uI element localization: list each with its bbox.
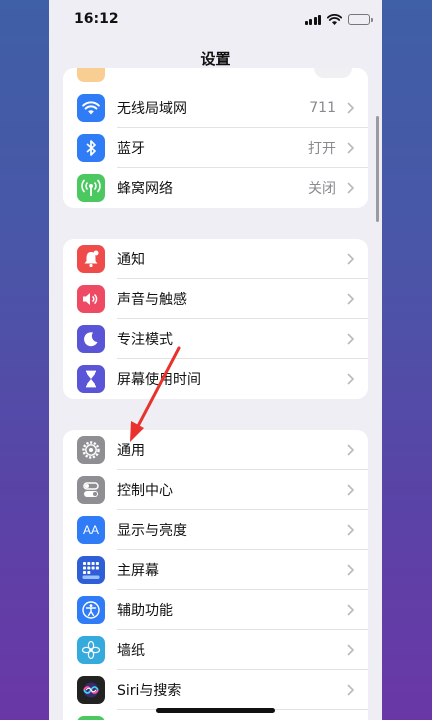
bell-icon xyxy=(77,245,105,273)
settings-row-cellular[interactable]: 蜂窝网络 关闭 xyxy=(63,168,368,208)
settings-row-wallpaper[interactable]: 墙纸 xyxy=(63,630,368,670)
chevron-right-icon xyxy=(347,644,354,656)
hourglass-icon xyxy=(77,365,105,393)
settings-row-screen-time[interactable]: 屏幕使用时间 xyxy=(63,359,368,399)
cellular-antenna-icon xyxy=(77,174,105,202)
chevron-right-icon xyxy=(347,253,354,265)
wifi-status-icon xyxy=(327,13,342,25)
chevron-right-icon xyxy=(347,484,354,496)
row-label: 墙纸 xyxy=(117,643,145,659)
wifi-icon xyxy=(77,94,105,122)
partial-row-icon xyxy=(77,716,105,720)
text-size-glyph: AA xyxy=(82,523,99,537)
status-time: 16:12 xyxy=(74,11,119,27)
home-grid-icon xyxy=(77,556,105,584)
airplane-icon xyxy=(77,68,105,82)
settings-row-accessibility[interactable]: 辅助功能 xyxy=(63,590,368,630)
settings-group-notifications: 通知 声音与触感 专注模式 屏幕使用时间 xyxy=(63,239,368,399)
flower-icon xyxy=(77,636,105,664)
settings-row-focus[interactable]: 专注模式 xyxy=(63,319,368,359)
settings-group-connectivity: 无线局域网 711 蓝牙 打开 蜂窝网络 关闭 xyxy=(63,68,368,208)
row-label: Siri与搜索 xyxy=(117,683,182,699)
chevron-right-icon xyxy=(347,444,354,456)
siri-icon xyxy=(77,676,105,704)
bluetooth-icon xyxy=(77,134,105,162)
settings-row-notifications[interactable]: 通知 xyxy=(63,239,368,279)
text-size-icon: AA xyxy=(77,516,105,544)
chevron-right-icon xyxy=(347,524,354,536)
settings-row-general[interactable]: 通用 xyxy=(63,430,368,470)
chevron-right-icon xyxy=(347,373,354,385)
chevron-right-icon xyxy=(347,293,354,305)
row-label: 无线局域网 xyxy=(117,101,187,117)
chevron-right-icon xyxy=(347,102,354,114)
battery-icon xyxy=(348,13,373,25)
chevron-right-icon xyxy=(347,684,354,696)
settings-screen: 16:12 设置 无线局域网 711 蓝牙 打开 蜂窝网络 关闭 通知 声音与触… xyxy=(49,0,382,720)
row-label: 主屏幕 xyxy=(117,563,159,579)
speaker-icon xyxy=(77,285,105,313)
settings-row-home-screen[interactable]: 主屏幕 xyxy=(63,550,368,590)
row-label: 辅助功能 xyxy=(117,603,173,619)
settings-row-wifi[interactable]: 无线局域网 711 xyxy=(63,88,368,128)
chevron-right-icon xyxy=(347,333,354,345)
page-title: 设置 xyxy=(200,50,231,68)
chevron-right-icon xyxy=(347,604,354,616)
row-label: 蜂窝网络 xyxy=(117,181,173,197)
home-indicator[interactable] xyxy=(156,708,275,713)
settings-row-siri[interactable]: Siri与搜索 xyxy=(63,670,368,710)
hidden-row-airplane xyxy=(63,68,368,88)
cellular-signal-icon xyxy=(304,14,321,25)
row-label: 蓝牙 xyxy=(117,141,145,157)
row-label: 通知 xyxy=(117,252,145,268)
row-label: 声音与触感 xyxy=(117,292,187,308)
row-label: 显示与亮度 xyxy=(117,523,187,539)
status-icons xyxy=(304,13,373,25)
moon-icon xyxy=(77,325,105,353)
airplane-toggle[interactable] xyxy=(314,68,352,78)
scroll-indicator[interactable] xyxy=(376,116,379,222)
settings-row-bluetooth[interactable]: 蓝牙 打开 xyxy=(63,128,368,168)
row-label: 屏幕使用时间 xyxy=(117,372,201,388)
row-value: 打开 xyxy=(308,141,336,157)
toggle-icon xyxy=(77,476,105,504)
row-value: 711 xyxy=(309,100,336,116)
settings-row-display[interactable]: AA 显示与亮度 xyxy=(63,510,368,550)
settings-group-general: 通用 控制中心 AA 显示与亮度 主屏幕 辅助功能 墙纸 Siri与搜索 xyxy=(63,430,368,720)
settings-row-control-center[interactable]: 控制中心 xyxy=(63,470,368,510)
row-label: 通用 xyxy=(117,443,145,459)
gear-icon xyxy=(77,436,105,464)
row-label: 专注模式 xyxy=(117,332,173,348)
row-value: 关闭 xyxy=(308,181,336,197)
settings-row-sounds[interactable]: 声音与触感 xyxy=(63,279,368,319)
accessibility-icon xyxy=(77,596,105,624)
chevron-right-icon xyxy=(347,142,354,154)
chevron-right-icon xyxy=(347,182,354,194)
status-bar: 16:12 xyxy=(49,0,382,40)
row-label: 控制中心 xyxy=(117,483,173,499)
chevron-right-icon xyxy=(347,564,354,576)
